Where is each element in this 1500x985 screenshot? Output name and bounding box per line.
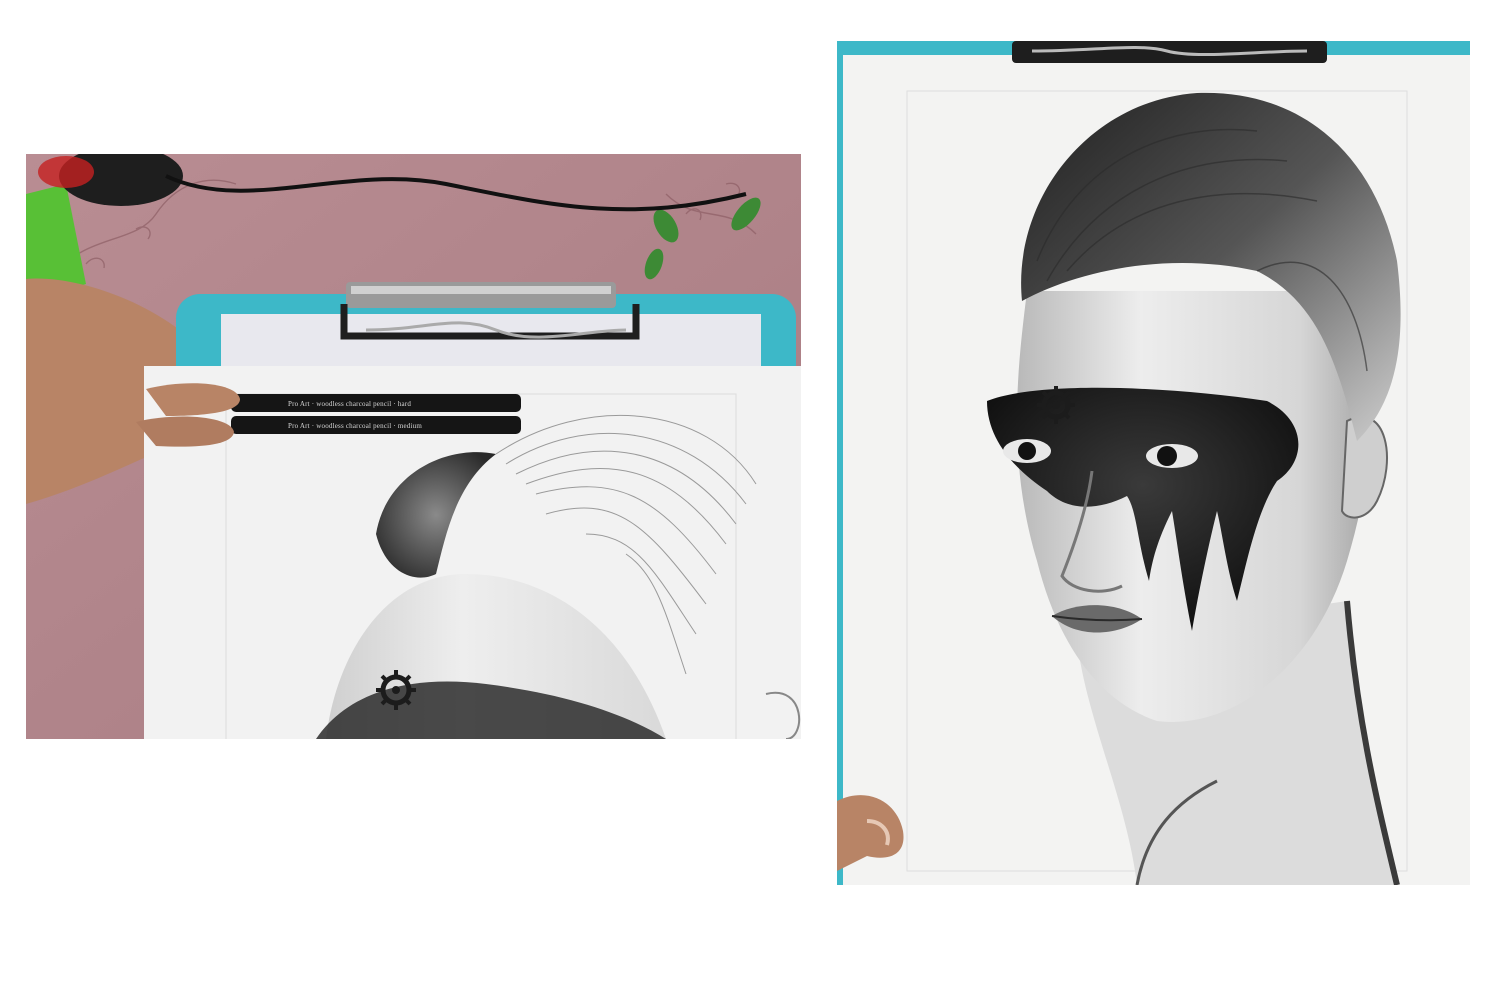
pencil-label-hard: Pro Art · woodless charcoal pencil · har… xyxy=(288,400,411,408)
clipboard-clip xyxy=(346,282,616,308)
forehead-gear-symbol xyxy=(376,670,416,710)
finished-drawing-scene xyxy=(837,41,1470,885)
wip-drawing-scene: Pro Art · woodless charcoal pencil · har… xyxy=(26,154,801,739)
wip-drawing-photo: Pro Art · woodless charcoal pencil · har… xyxy=(26,154,801,739)
finished-drawing-photo xyxy=(837,41,1470,885)
pencil-label-medium: Pro Art · woodless charcoal pencil · med… xyxy=(288,422,422,430)
